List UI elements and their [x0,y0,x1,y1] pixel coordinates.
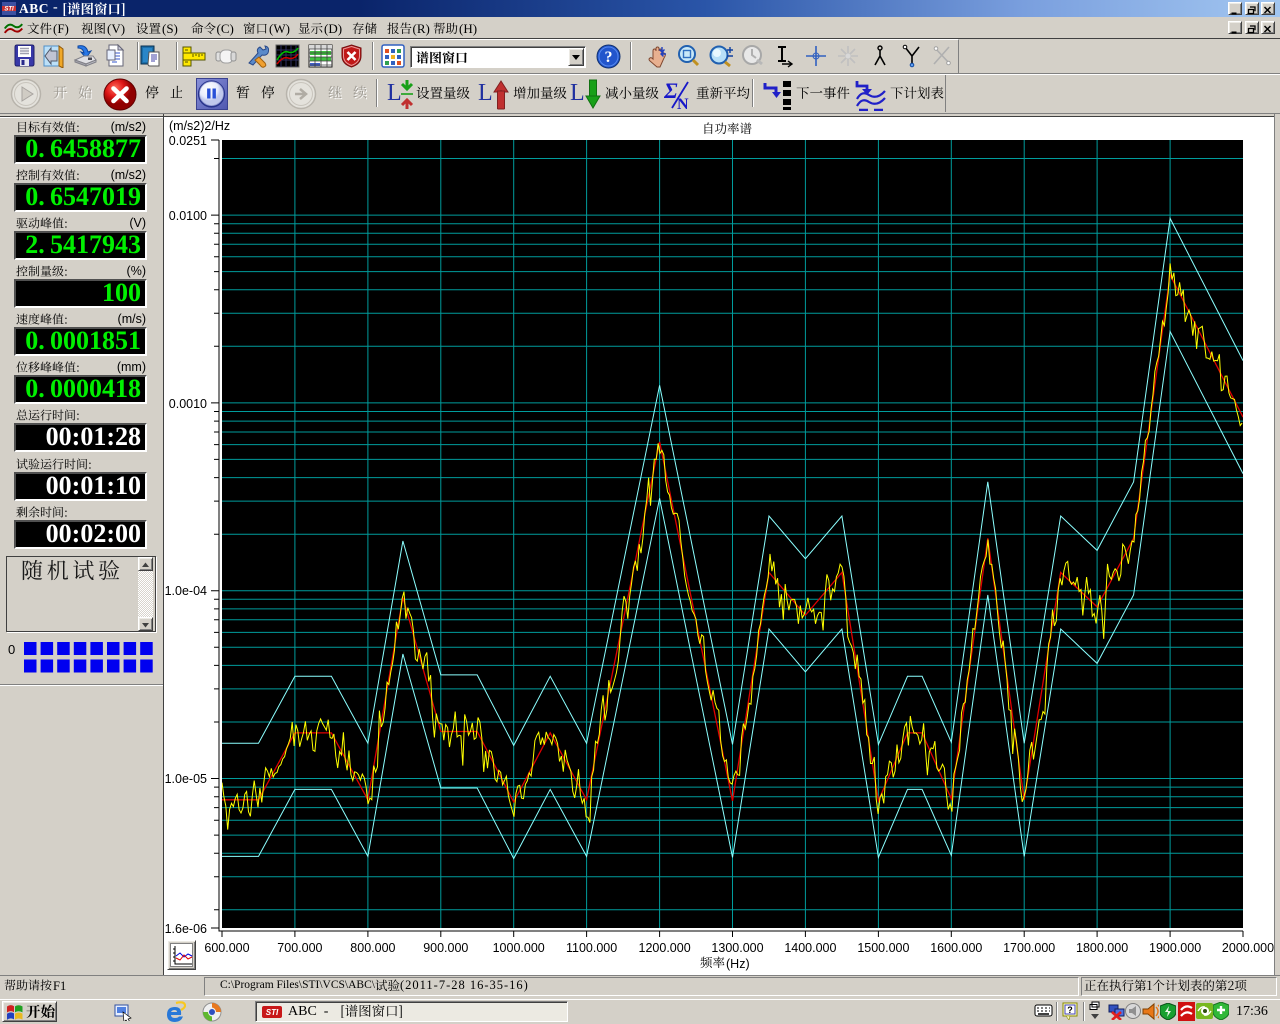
svg-text:N: N [677,96,689,110]
svg-text:?: ? [605,49,613,66]
svg-text:Σ: Σ [664,78,678,103]
svg-text:STI: STI [4,7,14,13]
svg-text:?: ? [1067,1005,1073,1015]
svg-text:STI: STI [266,1008,279,1017]
